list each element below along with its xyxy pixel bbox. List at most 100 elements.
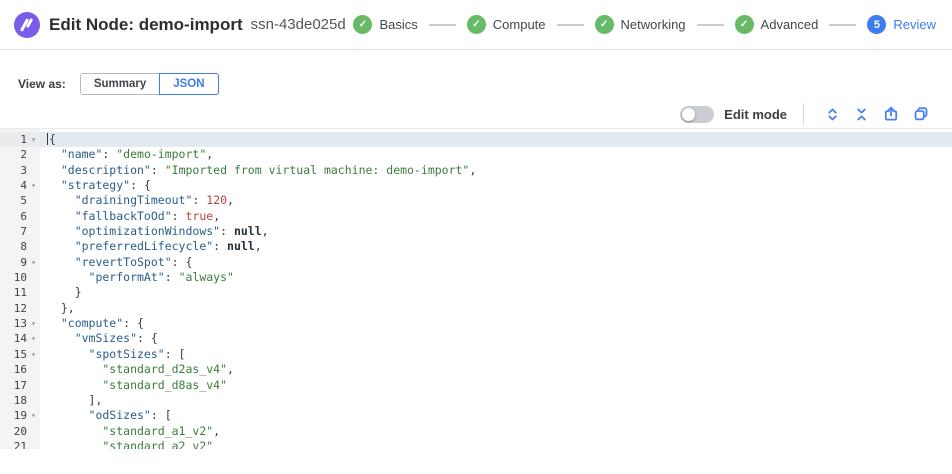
fold-arrow-icon[interactable]: ▾ — [27, 316, 40, 331]
fold-arrow-icon[interactable]: ▾ — [27, 331, 40, 346]
gutter-cell: 21 — [0, 439, 40, 449]
gutter-cell: 3 — [0, 163, 40, 178]
step-compute[interactable]: ✓ Compute — [467, 15, 546, 34]
fold-arrow-icon[interactable]: ▾ — [27, 347, 40, 362]
gutter-cell: 9▾ — [0, 255, 40, 270]
line-number: 6 — [20, 209, 27, 224]
fold-arrow-icon[interactable]: ▾ — [27, 178, 40, 193]
code-line: 19▾ "odSizes": [ — [0, 408, 952, 423]
export-icon — [883, 106, 899, 122]
line-number: 5 — [20, 193, 27, 208]
check-icon: ✓ — [735, 15, 754, 34]
gutter-cell: 20 — [0, 424, 40, 439]
code-line: 18 ], — [0, 393, 952, 408]
code-text: "preferredLifecycle": null, — [40, 239, 952, 254]
gutter-cell: 15▾ — [0, 347, 40, 362]
code-lines: 1▾{2 "name": "demo-import",3 "descriptio… — [0, 129, 952, 449]
line-number: 7 — [20, 224, 27, 239]
code-text: "description": "Imported from virtual ma… — [40, 163, 952, 178]
gutter-cell: 7 — [0, 224, 40, 239]
code-text: { — [40, 132, 952, 147]
code-line: 9▾ "revertToSpot": { — [0, 255, 952, 270]
step-connector — [429, 24, 456, 26]
text-cursor — [47, 133, 48, 145]
view-as-option-json[interactable]: JSON — [159, 73, 218, 95]
code-line: 6 "fallbackToOd": true, — [0, 209, 952, 224]
line-number: 1 — [20, 132, 27, 147]
gutter-cell: 2 — [0, 147, 40, 162]
step-basics[interactable]: ✓Basics — [353, 15, 417, 34]
code-text: "spotSizes": [ — [40, 347, 952, 362]
step-connector — [557, 24, 584, 26]
fold-arrow-icon[interactable]: ▾ — [27, 255, 40, 270]
export-button[interactable] — [883, 106, 899, 122]
code-text: "revertToSpot": { — [40, 255, 952, 270]
check-icon: ✓ — [467, 15, 486, 34]
line-number: 12 — [14, 301, 27, 316]
editor-toolbar: Edit mode — [0, 100, 952, 128]
step-label: Compute — [493, 17, 546, 32]
code-line: 3 "description": "Imported from virtual … — [0, 163, 952, 178]
line-number: 17 — [14, 378, 27, 393]
code-text: "standard_d8as_v4" — [40, 378, 952, 393]
code-line: 17 "standard_d8as_v4" — [0, 378, 952, 393]
view-as-toggle: SummaryJSON — [80, 73, 219, 95]
code-line: 7 "optimizationWindows": null, — [0, 224, 952, 239]
fold-arrow-icon[interactable]: ▾ — [27, 408, 40, 423]
code-text: "standard_a1_v2", — [40, 424, 952, 439]
step-label: Basics — [379, 17, 417, 32]
code-line: 13▾ "compute": { — [0, 316, 952, 331]
gutter-cell: 6 — [0, 209, 40, 224]
toggle-knob — [682, 108, 695, 121]
line-number: 15 — [14, 347, 27, 362]
code-line: 1▾{ — [0, 132, 952, 147]
code-text: "name": "demo-import", — [40, 147, 952, 162]
collapse-all-icon — [854, 107, 869, 122]
code-text: "drainingTimeout": 120, — [40, 193, 952, 208]
code-line: 8 "preferredLifecycle": null, — [0, 239, 952, 254]
copy-button[interactable] — [913, 106, 929, 122]
edit-mode-label: Edit mode — [724, 107, 787, 122]
node-id: ssn-43de025d — [251, 16, 346, 33]
code-text: "performAt": "always" — [40, 270, 952, 285]
view-as-row: View as: SummaryJSON — [0, 50, 952, 95]
step-review[interactable]: 5Review — [867, 15, 936, 34]
line-number: 2 — [20, 147, 27, 162]
code-line: 14▾ "vmSizes": { — [0, 331, 952, 346]
step-connector — [829, 24, 856, 26]
code-line: 4▾ "strategy": { — [0, 178, 952, 193]
line-number: 3 — [20, 163, 27, 178]
gutter-cell: 5 — [0, 193, 40, 208]
edit-mode-toggle[interactable] — [680, 106, 714, 123]
json-code-editor[interactable]: 1▾{2 "name": "demo-import",3 "descriptio… — [0, 128, 952, 449]
copy-icon — [913, 106, 929, 122]
check-icon: ✓ — [595, 15, 614, 34]
code-text: } — [40, 285, 952, 300]
line-number: 13 — [14, 316, 27, 331]
gutter-cell: 13▾ — [0, 316, 40, 331]
step-connector — [697, 24, 724, 26]
toolbar-divider — [803, 103, 804, 125]
gutter-cell: 10 — [0, 270, 40, 285]
step-advanced[interactable]: ✓Advanced — [735, 15, 819, 34]
line-number: 21 — [14, 439, 27, 449]
line-number: 10 — [14, 270, 27, 285]
gutter-cell: 17 — [0, 378, 40, 393]
code-line: 5 "drainingTimeout": 120, — [0, 193, 952, 208]
view-as-option-summary[interactable]: Summary — [80, 73, 160, 95]
code-text: "standard_a2_v2" — [40, 439, 952, 449]
gutter-cell: 1▾ — [0, 132, 40, 147]
app-logo-icon — [14, 12, 40, 38]
step-networking[interactable]: ✓Networking — [595, 15, 686, 34]
line-number: 9 — [20, 255, 27, 270]
code-line: 2 "name": "demo-import", — [0, 147, 952, 162]
code-line: 21 "standard_a2_v2" — [0, 439, 952, 449]
expand-all-button[interactable] — [825, 107, 840, 122]
fold-arrow-icon[interactable]: ▾ — [27, 132, 40, 147]
page-title: Edit Node: demo-import — [49, 15, 243, 35]
code-text: ], — [40, 393, 952, 408]
code-text: "optimizationWindows": null, — [40, 224, 952, 239]
code-line: 16 "standard_d2as_v4", — [0, 362, 952, 377]
code-line: 12 }, — [0, 301, 952, 316]
collapse-all-button[interactable] — [854, 107, 869, 122]
